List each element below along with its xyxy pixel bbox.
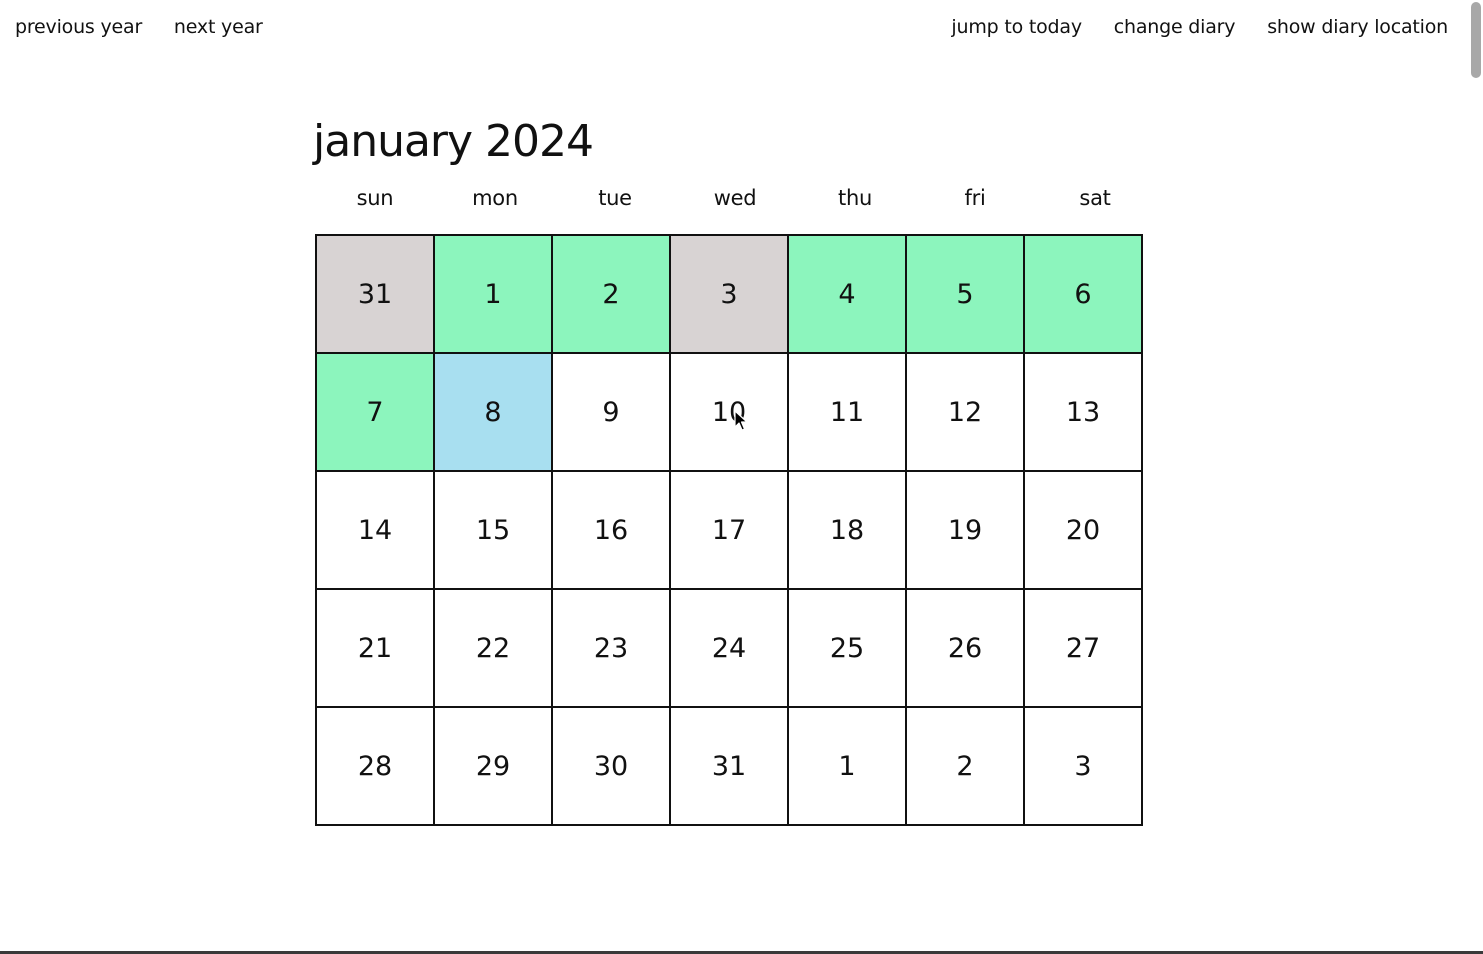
show-diary-location-link[interactable]: show diary location bbox=[1267, 16, 1448, 38]
calendar-day-cell[interactable]: 24 bbox=[669, 588, 789, 708]
app-window: previous year next year jump to today ch… bbox=[0, 0, 1483, 954]
calendar-day-cell[interactable]: 5 bbox=[905, 234, 1025, 354]
month-title: january 2024 bbox=[313, 116, 594, 167]
calendar-day-cell[interactable]: 30 bbox=[551, 706, 671, 826]
calendar-day-cell[interactable]: 7 bbox=[315, 352, 435, 472]
calendar-day-cell[interactable]: 4 bbox=[787, 234, 907, 354]
calendar-day-cell[interactable]: 19 bbox=[905, 470, 1025, 590]
calendar-day-cell[interactable]: 14 bbox=[315, 470, 435, 590]
change-diary-link[interactable]: change diary bbox=[1114, 16, 1236, 38]
calendar-day-cell[interactable]: 2 bbox=[551, 234, 671, 354]
calendar-week-row: 28 29 30 31 1 2 3 bbox=[315, 706, 1143, 826]
previous-year-link[interactable]: previous year bbox=[15, 16, 142, 38]
diary-actions: jump to today change diary show diary lo… bbox=[925, 16, 1448, 38]
weekday-label-sun: sun bbox=[356, 186, 394, 210]
calendar-day-cell[interactable]: 12 bbox=[905, 352, 1025, 472]
calendar-week-row: 31 1 2 3 4 5 6 bbox=[315, 234, 1143, 354]
calendar-day-cell[interactable]: 31 bbox=[669, 706, 789, 826]
calendar-day-cell[interactable]: 28 bbox=[315, 706, 435, 826]
calendar-day-cell[interactable]: 26 bbox=[905, 588, 1025, 708]
calendar-day-cell[interactable]: 18 bbox=[787, 470, 907, 590]
calendar-day-cell[interactable]: 11 bbox=[787, 352, 907, 472]
calendar-day-cell[interactable]: 20 bbox=[1023, 470, 1143, 590]
weekday-label-thu: thu bbox=[838, 186, 872, 210]
weekday-header: sun mon tue wed thu fri sat bbox=[315, 186, 1155, 210]
weekday-label-fri: fri bbox=[964, 186, 986, 210]
calendar-week-row: 14 15 16 17 18 19 20 bbox=[315, 470, 1143, 590]
calendar-day-cell[interactable]: 25 bbox=[787, 588, 907, 708]
calendar-day-cell[interactable]: 21 bbox=[315, 588, 435, 708]
calendar-day-cell[interactable]: 23 bbox=[551, 588, 671, 708]
calendar-day-cell[interactable]: 13 bbox=[1023, 352, 1143, 472]
calendar-week-row: 21 22 23 24 25 26 27 bbox=[315, 588, 1143, 708]
calendar-day-cell[interactable]: 3 bbox=[1023, 706, 1143, 826]
calendar-day-cell[interactable]: 1 bbox=[433, 234, 553, 354]
calendar-day-cell[interactable]: 6 bbox=[1023, 234, 1143, 354]
calendar-day-cell[interactable]: 16 bbox=[551, 470, 671, 590]
calendar-day-cell[interactable]: 3 bbox=[669, 234, 789, 354]
year-navigation: previous year next year bbox=[15, 16, 289, 38]
calendar-day-cell[interactable]: 1 bbox=[787, 706, 907, 826]
weekday-label-sat: sat bbox=[1079, 186, 1111, 210]
scrollbar-thumb[interactable] bbox=[1471, 2, 1481, 78]
calendar-week-row: 7 8 9 10 11 12 13 bbox=[315, 352, 1143, 472]
calendar-grid: 31 1 2 3 4 5 6 7 8 9 10 11 12 13 14 15 16 17 18 19 20 21 22 23 2… bbox=[315, 234, 1143, 826]
jump-to-today-link[interactable]: jump to today bbox=[951, 16, 1082, 38]
next-year-link[interactable]: next year bbox=[174, 16, 263, 38]
calendar-day-cell[interactable]: 8 bbox=[433, 352, 553, 472]
calendar-day-cell[interactable]: 10 bbox=[669, 352, 789, 472]
mouse-pointer-icon bbox=[734, 410, 748, 431]
vertical-scrollbar[interactable] bbox=[1469, 0, 1483, 951]
calendar-day-cell[interactable]: 2 bbox=[905, 706, 1025, 826]
weekday-label-mon: mon bbox=[472, 186, 518, 210]
calendar-day-cell[interactable]: 17 bbox=[669, 470, 789, 590]
weekday-label-tue: tue bbox=[598, 186, 632, 210]
weekday-label-wed: wed bbox=[713, 186, 757, 210]
calendar-day-cell[interactable]: 15 bbox=[433, 470, 553, 590]
calendar-day-cell[interactable]: 27 bbox=[1023, 588, 1143, 708]
calendar-day-cell[interactable]: 22 bbox=[433, 588, 553, 708]
calendar-day-cell[interactable]: 29 bbox=[433, 706, 553, 826]
calendar-day-cell[interactable]: 9 bbox=[551, 352, 671, 472]
calendar-day-cell[interactable]: 31 bbox=[315, 234, 435, 354]
